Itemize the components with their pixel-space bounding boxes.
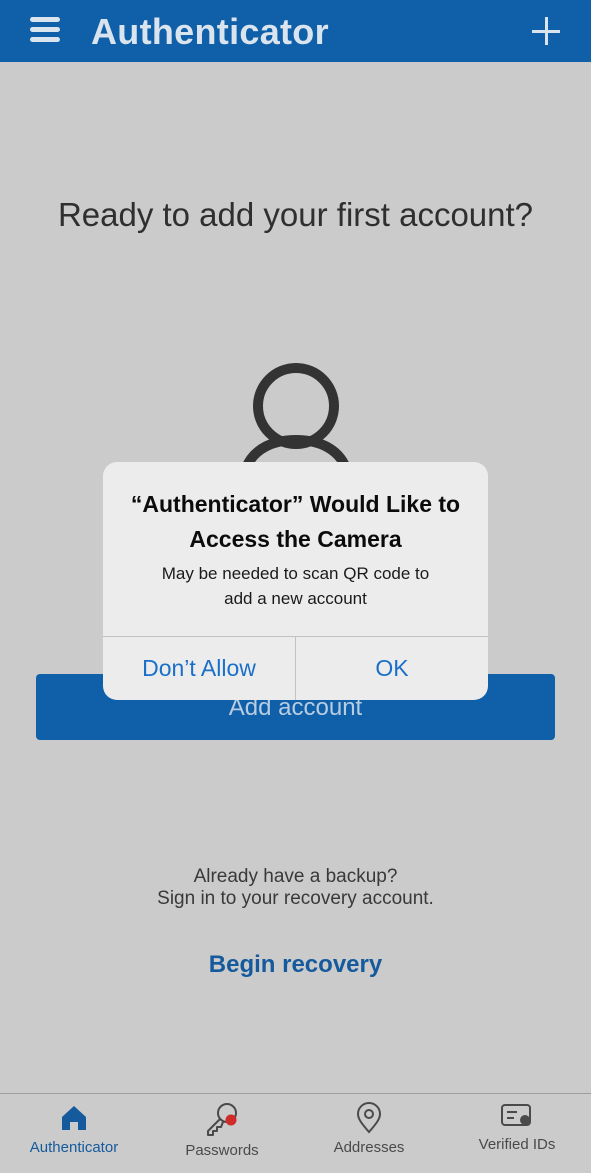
camera-permission-dialog: “Authenticator” Would Like to Access the… (103, 462, 488, 700)
dialog-message-line-2: add a new account (224, 589, 367, 608)
backup-prompt: Already have a backup? Sign in to your r… (0, 866, 591, 910)
app-title: Authenticator (91, 11, 329, 52)
person-icon (241, 363, 351, 470)
begin-recovery-link[interactable]: Begin recovery (0, 951, 591, 979)
location-pin-icon (356, 1102, 382, 1134)
tab-label: Passwords (185, 1142, 259, 1159)
dialog-message-line-1: May be needed to scan QR code to (161, 564, 430, 583)
dont-allow-button[interactable]: Don’t Allow (103, 637, 295, 700)
hamburger-menu-icon[interactable] (30, 17, 62, 45)
bottom-tab-bar: Authenticator Passwords Addresses Verifi… (0, 1093, 591, 1173)
dialog-title: “Authenticator” Would Like to Access the… (103, 487, 488, 557)
tab-label: Addresses (333, 1139, 405, 1156)
tab-passwords[interactable]: Passwords (148, 1094, 296, 1173)
backup-line-2: Sign in to your recovery account. (157, 888, 434, 909)
backup-line-1: Already have a backup? (193, 866, 398, 887)
page-headline: Ready to add your first account? (57, 196, 534, 233)
tab-label: Verified IDs (478, 1136, 556, 1153)
tab-label: Authenticator (29, 1139, 119, 1156)
tab-verified-ids[interactable]: Verified IDs (443, 1094, 591, 1173)
dialog-title-line-1: “Authenticator” Would Like to (130, 491, 461, 517)
id-card-icon (501, 1104, 531, 1126)
tab-addresses[interactable]: Addresses (295, 1094, 443, 1173)
dialog-title-line-2: Access the Camera (189, 526, 402, 552)
home-icon (62, 1106, 86, 1130)
plus-icon[interactable] (530, 15, 562, 47)
menu-line (30, 27, 60, 32)
app-bar: Authenticator (0, 0, 591, 62)
key-icon (207, 1103, 237, 1136)
ok-button[interactable]: OK (296, 637, 488, 700)
tab-authenticator[interactable]: Authenticator (0, 1094, 148, 1173)
dialog-message: May be needed to scan QR code to add a n… (103, 561, 488, 611)
menu-line (30, 37, 60, 42)
menu-line (30, 17, 60, 22)
